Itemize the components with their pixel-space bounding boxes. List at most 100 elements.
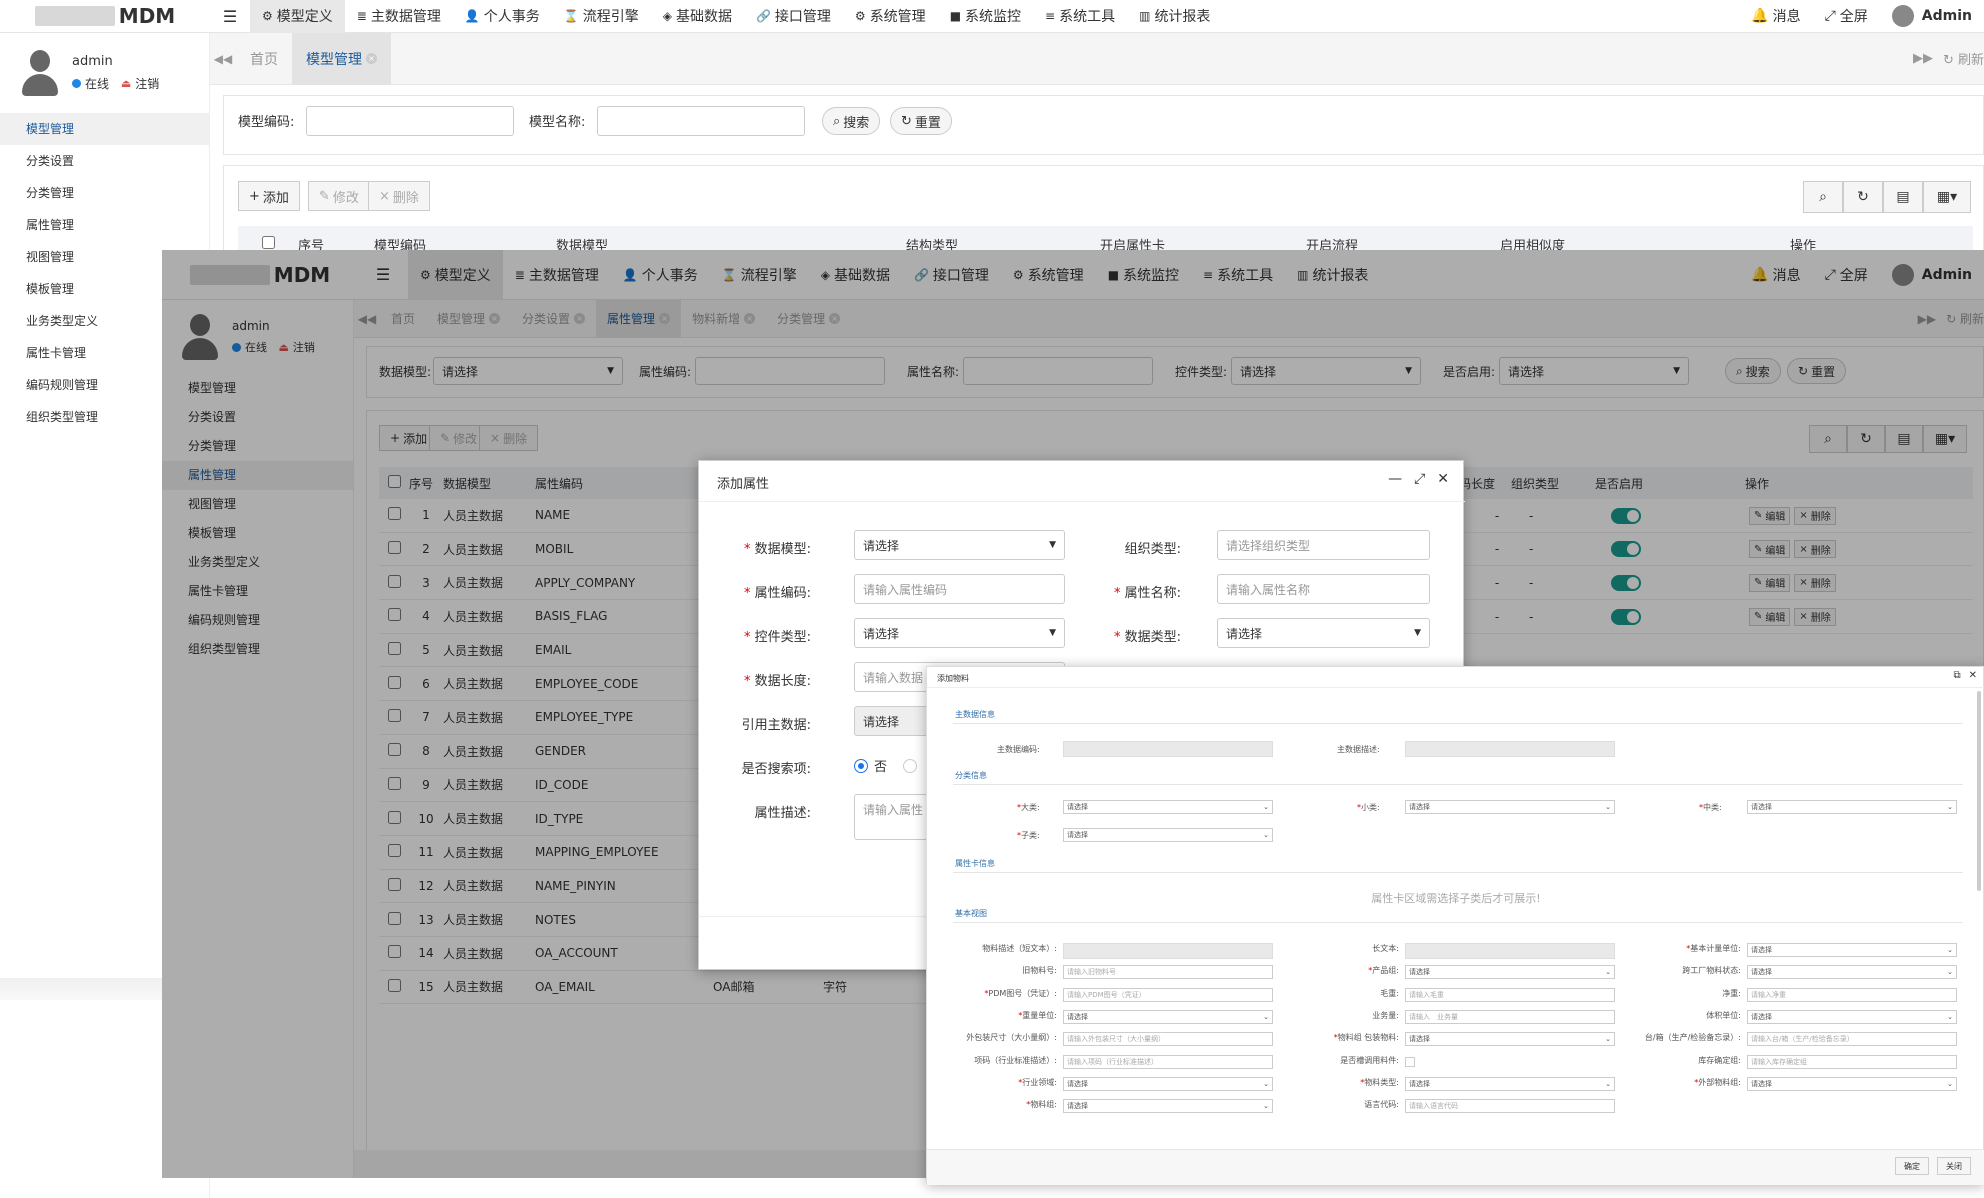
- input-field[interactable]: 请输入 业务量: [1405, 1009, 1615, 1024]
- close-icon[interactable]: ✕: [1437, 471, 1449, 487]
- tab-model-management[interactable]: 模型管理 ×: [292, 32, 391, 85]
- field-label: 产品组:: [1372, 966, 1399, 976]
- nav-item[interactable]: ≣ 主数据管理: [345, 0, 453, 33]
- refresh-icon[interactable]: ↻: [1843, 181, 1883, 213]
- sub-class-select[interactable]: 请选择 ⌄: [1063, 828, 1273, 842]
- nav-item[interactable]: 🔗 接口管理: [744, 0, 843, 33]
- select-field[interactable]: 请选择 ⌄: [1405, 965, 1615, 980]
- select-field[interactable]: 请选择 ⌄: [1747, 1009, 1957, 1024]
- nav-item[interactable]: ◈ 基础数据: [651, 0, 744, 33]
- select-field[interactable]: 请选择 ⌄: [1405, 1076, 1615, 1091]
- chart-icon: ▥: [1139, 9, 1151, 23]
- small-class-select[interactable]: 请选择 ⌄: [1405, 800, 1615, 814]
- data-model-label: 数据模型:: [754, 542, 811, 557]
- select-field[interactable]: 请选择 ⌄: [1405, 1032, 1615, 1047]
- control-type-select[interactable]: 请选择 ▼: [854, 618, 1065, 648]
- data-model-select[interactable]: 请选择 ▼: [854, 530, 1065, 560]
- attr-name-label: 属性名称:: [1124, 586, 1181, 601]
- section-basic-view: 基本视图: [955, 909, 987, 918]
- nav-item[interactable]: ⚙ 模型定义: [250, 0, 345, 33]
- sub-class-label: 子类:: [1021, 831, 1040, 840]
- confirm-button[interactable]: 确定: [1895, 1157, 1929, 1175]
- input-field[interactable]: 请输入项码（行业标准描述）: [1063, 1054, 1273, 1069]
- logout-icon[interactable]: ⏏: [121, 77, 131, 90]
- select-field[interactable]: 请选择 ⌄: [1747, 943, 1957, 957]
- searchable-yes-radio[interactable]: [903, 758, 918, 773]
- model-name-input[interactable]: [597, 106, 805, 136]
- avatar: [22, 50, 58, 96]
- select-field[interactable]: 请选择 ⌄: [1063, 1076, 1273, 1091]
- big-class-label: 大类:: [1021, 803, 1040, 812]
- ref-master-label: 引用主数据:: [741, 718, 811, 733]
- delete-button[interactable]: × 删除: [368, 181, 430, 211]
- nav-item[interactable]: ■ 系统监控: [938, 0, 1033, 33]
- input-field[interactable]: 请输入旧物料号: [1063, 965, 1273, 980]
- field-label: 物料描述（短文本）:: [982, 944, 1057, 953]
- sidebar-item[interactable]: 模型管理: [0, 113, 209, 145]
- control-type-label: 控件类型:: [754, 630, 811, 645]
- fullscreen-button[interactable]: ⤢ 全屏: [1813, 0, 1880, 33]
- minimize-icon[interactable]: —: [1388, 471, 1402, 487]
- cubes-icon: ◈: [662, 9, 672, 23]
- mid-class-select[interactable]: 请选择 ⌄: [1747, 800, 1957, 814]
- tab-close-icon[interactable]: ×: [366, 53, 377, 64]
- input-field[interactable]: 请输入语言代码: [1405, 1099, 1615, 1114]
- close-button[interactable]: 关闭: [1937, 1157, 1971, 1175]
- input-field[interactable]: 请输入外包装尺寸（大小量纲）: [1063, 1032, 1273, 1047]
- nav-item[interactable]: ⌛ 流程引擎: [552, 0, 651, 33]
- edit-button[interactable]: ✎ 修改: [308, 181, 370, 211]
- nav-item[interactable]: ⚙ 系统管理: [843, 0, 938, 33]
- sidebar-item[interactable]: 属性管理: [0, 209, 209, 241]
- card-hint: 属性卡区域需选择子类后才可展示!: [1371, 892, 1541, 905]
- model-code-input[interactable]: [306, 106, 514, 136]
- select-field[interactable]: 请选择 ⌄: [1747, 1076, 1957, 1091]
- input-field[interactable]: 请输入库存确定组: [1747, 1054, 1957, 1069]
- searchable-no-radio[interactable]: [854, 758, 868, 773]
- search-toggle-icon[interactable]: ⌕: [1803, 181, 1843, 213]
- org-type-input[interactable]: 请选择组织类型: [1217, 530, 1430, 560]
- select-field[interactable]: 请选择 ⌄: [1063, 1099, 1273, 1114]
- nav-item[interactable]: ▥ 统计报表: [1127, 0, 1222, 33]
- data-type-select[interactable]: 请选择 ▼: [1217, 618, 1430, 648]
- maximize-icon[interactable]: ⤢: [1414, 471, 1425, 487]
- tab-home[interactable]: 首页: [236, 33, 292, 85]
- field-label: 库存确定组:: [1698, 1055, 1741, 1065]
- columns-icon[interactable]: ▤: [1883, 181, 1923, 213]
- nav-item[interactable]: 👤 个人事务: [453, 0, 552, 33]
- field-label: 旧物料号:: [1022, 966, 1057, 976]
- input-field[interactable]: 请输入PDM图号（凭证）: [1063, 987, 1273, 1002]
- sidebar-item[interactable]: 分类管理: [0, 177, 209, 209]
- refresh-button[interactable]: ↻ 刷新: [1943, 49, 1984, 68]
- menu-toggle-icon[interactable]: ☰: [210, 7, 250, 26]
- checkbox-field[interactable]: [1405, 1056, 1415, 1067]
- nav-item-label: 个人事务: [483, 9, 540, 25]
- search-button[interactable]: ⌕ 搜索: [822, 107, 881, 135]
- attr-name-input[interactable]: 请输入属性名称: [1217, 574, 1430, 604]
- reset-button[interactable]: ↻ 重置: [890, 107, 952, 135]
- nav-item[interactable]: ≡ 系统工具: [1033, 0, 1127, 33]
- user-menu[interactable]: Admin: [1880, 0, 1984, 33]
- user-icon: 👤: [464, 9, 480, 23]
- reset-icon: ↻: [901, 113, 912, 129]
- field-label: 台/箱（生产/检验备忘录）:: [1644, 1033, 1741, 1043]
- input-field[interactable]: 请输入毛重: [1405, 987, 1615, 1002]
- tabs-next-icon[interactable]: ▶▶: [1913, 51, 1933, 66]
- attr-code-input[interactable]: 请输入属性编码: [854, 574, 1065, 604]
- tabs-prev-icon[interactable]: ◀◀: [210, 52, 236, 66]
- maximize-icon[interactable]: ⧉: [1953, 670, 1960, 681]
- sidebar-item[interactable]: 分类设置: [0, 145, 209, 177]
- big-class-select[interactable]: 请选择 ⌄: [1063, 800, 1273, 814]
- logout-link[interactable]: 注销: [135, 75, 159, 92]
- table-panel: + 添加 ✎ 修改 × 删除 ⌕ ↻ ▤ ▦▾ 序号 模型编码 数据模型 结构类型 开…: [223, 165, 1984, 262]
- select-all-checkbox[interactable]: [261, 235, 275, 249]
- select-field[interactable]: 请选择 ⌄: [1063, 1009, 1273, 1024]
- input-field[interactable]: 请输入净重: [1747, 987, 1957, 1002]
- master-code-field: [1063, 741, 1273, 757]
- select-field[interactable]: 请选择 ⌄: [1747, 965, 1957, 980]
- scrollbar[interactable]: [1977, 691, 1981, 891]
- close-icon[interactable]: ✕: [1969, 670, 1977, 681]
- grid-menu-icon[interactable]: ▦▾: [1923, 181, 1971, 213]
- messages-button[interactable]: 🔔 消息: [1739, 0, 1812, 33]
- add-button[interactable]: + 添加: [238, 181, 300, 211]
- input-field[interactable]: 请输入台/箱（生产/检验备忘录）: [1747, 1032, 1957, 1047]
